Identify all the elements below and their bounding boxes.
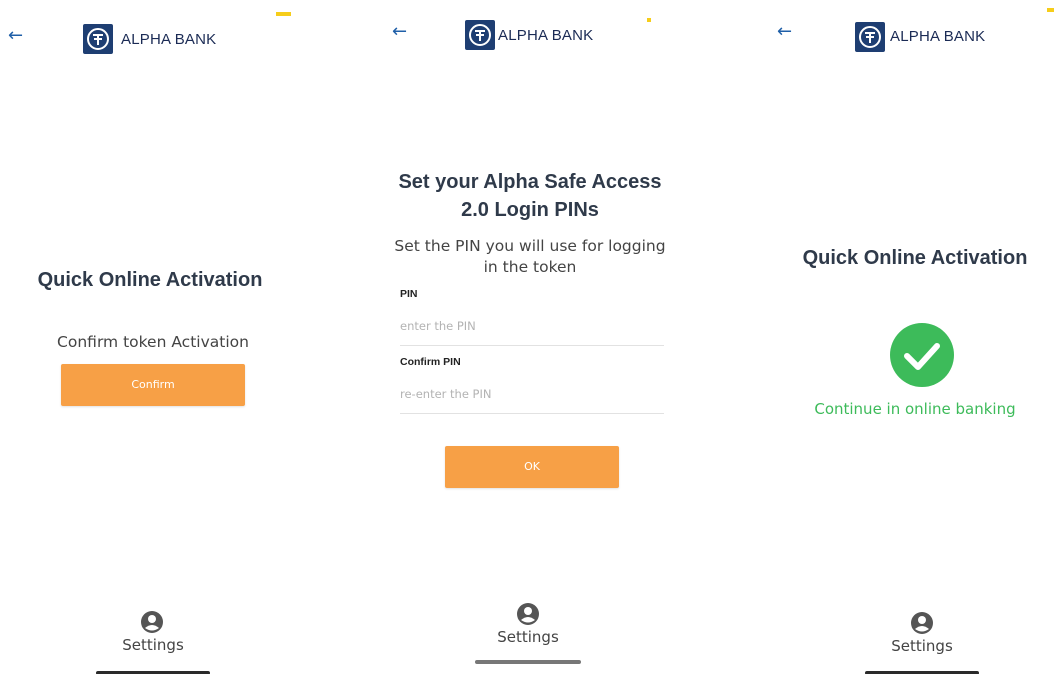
settings-icon[interactable]: [516, 602, 540, 630]
brand-accent-bar: [276, 12, 291, 16]
alpha-bank-logo-icon: [465, 20, 495, 50]
page-title-line-2: 2.0 Login PINs: [461, 199, 599, 221]
pin-label: PIN: [400, 288, 418, 300]
brand-accent-bar: [647, 18, 651, 22]
settings-label[interactable]: Settings: [103, 636, 203, 654]
brand-name: ALPHA BANK: [890, 28, 986, 45]
pin-input[interactable]: enter the PIN: [400, 319, 664, 339]
alpha-bank-logo-icon: [83, 24, 113, 54]
back-arrow-icon[interactable]: ←: [777, 23, 792, 41]
check-circle-icon: [889, 322, 955, 392]
brand-name: ALPHA BANK: [121, 31, 217, 48]
screen-activation-success: ← ALPHA BANK Quick Online Activation Con…: [765, 0, 1056, 674]
alpha-bank-logo-icon: [855, 22, 885, 52]
settings-label[interactable]: Settings: [478, 628, 578, 646]
home-indicator[interactable]: [475, 660, 581, 664]
confirm-pin-input[interactable]: re-enter the PIN: [400, 387, 664, 407]
screen-confirm-activation: ← ALPHA BANK Quick Online Activation Con…: [0, 0, 300, 674]
confirm-button[interactable]: Confirm: [61, 364, 245, 406]
brand-accent-bar: [1047, 8, 1054, 12]
success-message[interactable]: Continue in online banking: [760, 400, 1056, 418]
brand-name: ALPHA BANK: [498, 27, 594, 44]
back-arrow-icon[interactable]: ←: [8, 27, 23, 45]
confirm-pin-label: Confirm PIN: [400, 356, 461, 368]
page-title-line-1: Set your Alpha Safe Access: [398, 171, 662, 193]
screen-set-pins: ← ALPHA BANK Set your Alpha Safe Access …: [375, 0, 685, 674]
page-subtitle: Set the PIN you will use for logging in …: [375, 236, 685, 278]
page-title: Quick Online Activation: [37, 269, 263, 291]
page-subtitle-line-2: in the token: [483, 258, 577, 276]
page-subtitle: Confirm token Activation: [57, 333, 249, 351]
back-arrow-icon[interactable]: ←: [392, 23, 407, 41]
page-subtitle-line-1: Set the PIN you will use for logging: [394, 237, 666, 255]
settings-icon[interactable]: [140, 610, 164, 638]
pin-input-underline: [400, 345, 664, 346]
settings-label[interactable]: Settings: [872, 637, 972, 655]
settings-icon[interactable]: [910, 611, 934, 639]
page-title: Quick Online Activation: [802, 247, 1028, 269]
ok-button[interactable]: OK: [445, 446, 619, 488]
page-title: Set your Alpha Safe Access 2.0 Login PIN…: [375, 168, 685, 224]
confirm-pin-input-underline: [400, 413, 664, 414]
